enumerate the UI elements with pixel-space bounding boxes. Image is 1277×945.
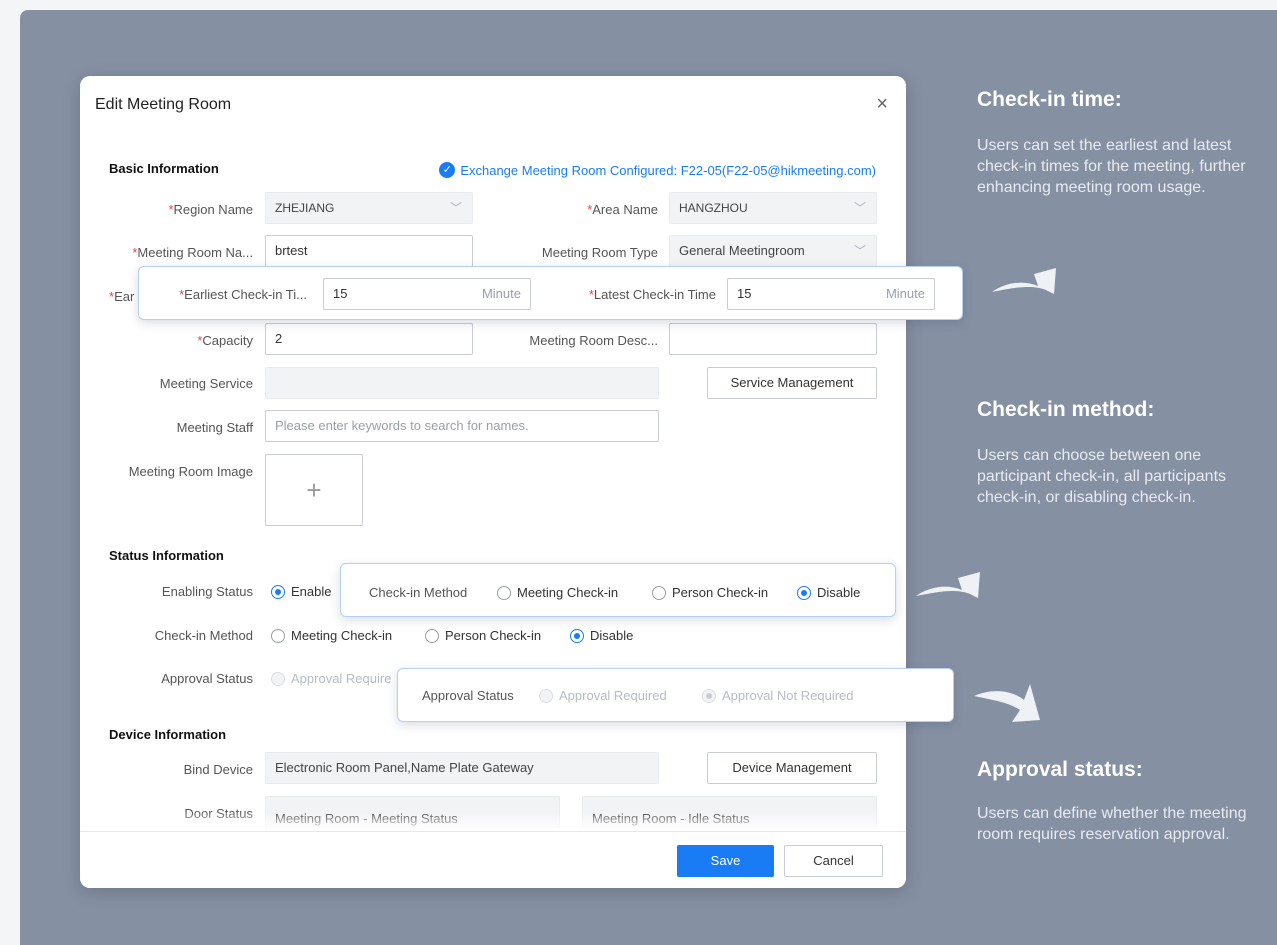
approval-required-radio[interactable]: Approval Require xyxy=(271,671,391,686)
checkin-method-text: Users can choose between one participant… xyxy=(977,447,1227,506)
check-circle-icon: ✓ xyxy=(439,162,456,178)
chevron-down-icon: ﹀ xyxy=(853,244,866,258)
earliest-checkin-label: *Earliest Check-in Ti... xyxy=(179,287,307,302)
latest-checkin-input[interactable]: 15 Minute xyxy=(727,278,935,310)
service-management-button[interactable]: Service Management xyxy=(707,367,877,399)
approval-status-text: Users can define whether the meeting roo… xyxy=(977,805,1247,843)
dialog-footer: Save Cancel xyxy=(80,831,906,888)
image-upload-plus-icon[interactable]: + xyxy=(265,454,363,526)
area-name-select[interactable]: HANGZHOU ﹀ xyxy=(669,192,877,224)
bind-device-label: Bind Device xyxy=(183,762,253,777)
callout-meeting-checkin-radio[interactable]: Meeting Check-in xyxy=(497,585,618,600)
approval-status-title: Approval status: xyxy=(977,758,1143,781)
meeting-staff-input[interactable]: Please enter keywords to search for name… xyxy=(265,410,659,442)
enable-radio[interactable]: Enable xyxy=(271,584,331,599)
checkin-time-callout: *Earliest Check-in Ti... 15 Minute *Lates… xyxy=(138,266,963,320)
cancel-button[interactable]: Cancel xyxy=(784,845,883,877)
save-button[interactable]: Save xyxy=(677,845,774,877)
device-information-heading: Device Information xyxy=(109,727,227,742)
callout-approval-required-radio[interactable]: Approval Required xyxy=(539,688,667,703)
latest-checkin-label: *Latest Check-in Time xyxy=(588,287,716,302)
curved-arrow-icon xyxy=(916,572,980,598)
staff-placeholder: Please enter keywords to search for name… xyxy=(275,418,529,433)
edit-meeting-room-dialog: Edit Meeting Room × Basic Information ✓ … xyxy=(80,76,906,888)
chevron-down-icon: ﹀ xyxy=(853,201,866,215)
checkin-time-text: Users can set the earliest and latest ch… xyxy=(977,137,1246,196)
exchange-configured-note: ✓ Exchange Meeting Room Configured: F22-… xyxy=(439,162,876,178)
approval-status-callout: Approval Status Approval Required Approv… xyxy=(397,668,954,722)
room-desc-input[interactable] xyxy=(669,323,877,355)
room-desc-label: Meeting Room Desc... xyxy=(529,333,658,348)
room-type-label: Meeting Room Type xyxy=(541,245,658,260)
checkin-method-title: Check-in method: xyxy=(977,398,1155,421)
room-image-label: Meeting Room Image xyxy=(128,464,253,479)
region-name-label: *Region Name xyxy=(168,202,253,217)
earliest-checkin-input[interactable]: 15 Minute xyxy=(323,278,531,310)
minute-unit: Minute xyxy=(885,286,925,301)
chevron-down-icon: ﹀ xyxy=(449,201,462,215)
minute-unit: Minute xyxy=(481,286,521,301)
checkin-method-callout: Check-in Method Meeting Check-in Person … xyxy=(340,563,896,617)
callout-approval-not-required-radio[interactable]: Approval Not Required xyxy=(702,688,854,703)
checkin-method-label: Check-in Method xyxy=(154,628,253,643)
approval-status-label: Approval Status xyxy=(161,671,253,686)
callout-person-checkin-radio[interactable]: Person Check-in xyxy=(652,585,768,600)
meeting-staff-label: Meeting Staff xyxy=(176,420,253,435)
bind-device-field[interactable]: Electronic Room Panel,Name Plate Gateway xyxy=(265,752,659,784)
region-name-select[interactable]: ZHEJIANG ﹀ xyxy=(265,192,473,224)
room-name-label: *Meeting Room Na... xyxy=(132,245,253,260)
disable-checkin-radio[interactable]: Disable xyxy=(570,628,633,643)
meeting-service-field[interactable] xyxy=(265,367,659,399)
meeting-service-label: Meeting Service xyxy=(159,376,253,391)
callout-disable-radio[interactable]: Disable xyxy=(797,585,860,600)
device-management-button[interactable]: Device Management xyxy=(707,752,877,784)
curved-arrow-down-icon xyxy=(974,684,1040,722)
capacity-input[interactable]: 2 xyxy=(265,323,473,355)
room-name-input[interactable]: brtest xyxy=(265,235,473,267)
enabling-status-label: Enabling Status xyxy=(161,584,253,599)
status-information-heading: Status Information xyxy=(109,548,224,563)
room-type-select[interactable]: General Meetingroom ﹀ xyxy=(669,235,877,267)
checkin-time-title: Check-in time: xyxy=(977,88,1122,111)
dialog-title: Edit Meeting Room xyxy=(95,96,232,113)
basic-information-heading: Basic Information xyxy=(109,161,219,176)
callout-checkin-method-label: Check-in Method xyxy=(369,585,468,600)
person-checkin-radio[interactable]: Person Check-in xyxy=(425,628,541,643)
area-name-label: *Area Name xyxy=(587,202,658,217)
exchange-note-text: Exchange Meeting Room Configured: F22-05… xyxy=(460,162,876,178)
capacity-label: *Capacity xyxy=(197,333,253,348)
meeting-checkin-radio[interactable]: Meeting Check-in xyxy=(271,628,392,643)
close-icon[interactable]: × xyxy=(876,94,888,114)
earliest-checkin-label-truncated: *Ear xyxy=(109,289,135,304)
curved-arrow-icon xyxy=(992,268,1056,294)
callout-approval-label: Approval Status xyxy=(422,688,514,703)
